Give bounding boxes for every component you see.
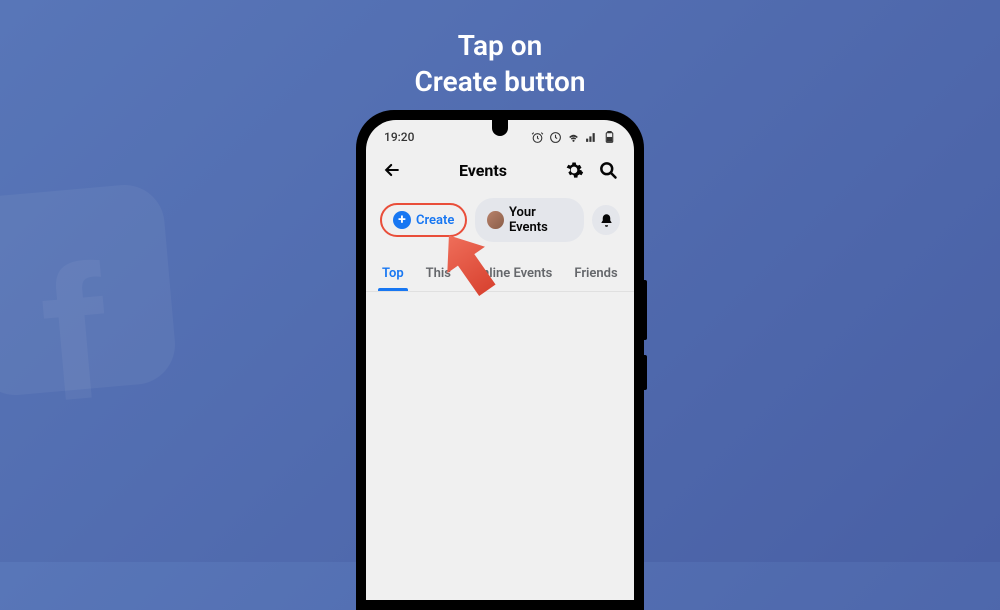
- wifi-icon: [567, 131, 580, 144]
- signal-icon: [585, 131, 598, 144]
- phone-screen: 19:20: [366, 120, 634, 600]
- your-events-label: Your Events: [509, 205, 572, 235]
- bell-icon: [599, 213, 614, 228]
- tab-top[interactable]: Top: [380, 256, 406, 291]
- phone-frame: 19:20: [356, 110, 644, 610]
- phone-volume-button: [644, 280, 647, 340]
- phone-notch: [492, 120, 508, 136]
- clock-icon: [549, 131, 562, 144]
- instruction-line-2: Create button: [415, 64, 586, 100]
- phone-power-button: [644, 355, 647, 390]
- app-header: Events: [366, 150, 634, 190]
- back-icon[interactable]: [382, 160, 402, 180]
- search-icon[interactable]: [598, 160, 618, 180]
- battery-icon: [603, 131, 616, 144]
- plus-icon: +: [393, 211, 411, 229]
- avatar: [487, 211, 504, 229]
- status-time: 19:20: [384, 130, 414, 144]
- page-title: Events: [459, 161, 507, 180]
- gear-icon[interactable]: [564, 160, 584, 180]
- facebook-logo-background: [0, 182, 178, 399]
- tab-friends[interactable]: Friends: [572, 256, 619, 291]
- alarm-icon: [531, 131, 544, 144]
- instruction-line-1: Tap on: [415, 28, 586, 64]
- status-icons: [531, 131, 616, 144]
- create-label: Create: [416, 213, 454, 228]
- chips-row: + Create Your Events: [366, 190, 634, 250]
- header-actions: [564, 160, 618, 180]
- instruction-text: Tap on Create button: [415, 28, 586, 101]
- notifications-button[interactable]: [592, 205, 620, 235]
